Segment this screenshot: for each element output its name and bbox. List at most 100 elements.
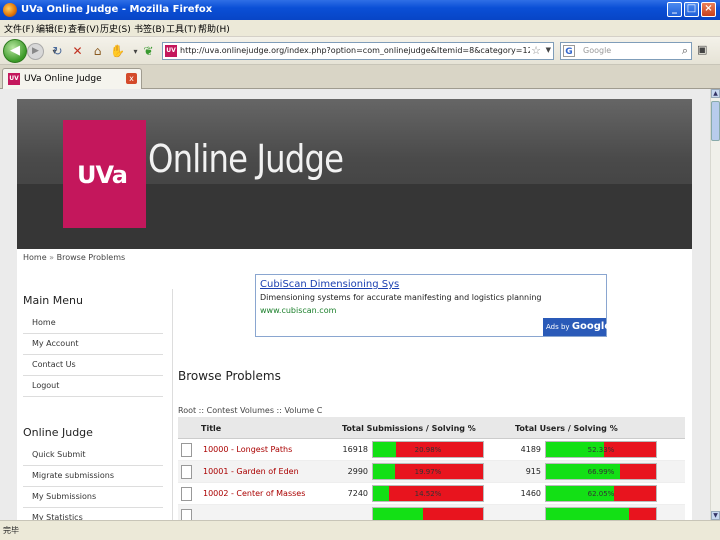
- users-solving-bar: [545, 507, 657, 520]
- menu-help[interactable]: 帮助(H): [198, 22, 230, 35]
- online-judge-heading: Online Judge: [23, 426, 93, 439]
- sidebar-item-my-account[interactable]: My Account: [23, 334, 163, 355]
- back-button[interactable]: ◀: [3, 39, 27, 63]
- problem-doc-icon[interactable]: [181, 487, 192, 501]
- sidebar-divider: [172, 289, 173, 520]
- menu-file[interactable]: 文件(F): [4, 22, 34, 35]
- uva-logo[interactable]: UVa: [63, 120, 146, 228]
- window-titlebar: UVa Online Judge - Mozilla Firefox _ □ ×: [0, 0, 720, 20]
- breadcrumb-home[interactable]: Home: [23, 253, 47, 262]
- sidebar-item-migrate-submissions[interactable]: Migrate submissions: [23, 466, 163, 487]
- vertical-scrollbar[interactable]: ▲ ▼: [710, 89, 720, 520]
- reload-icon[interactable]: ↻: [50, 44, 65, 59]
- submissions-solving-pct: 20.98%: [414, 446, 442, 454]
- url-dropdown-icon[interactable]: ▼: [546, 46, 551, 54]
- ad-badge-brand: Google: [571, 321, 612, 332]
- url-bar[interactable]: UV http://uva.onlinejudge.org/index.php?…: [162, 42, 554, 60]
- header-users[interactable]: Total Users / Solving %: [515, 424, 618, 433]
- problem-name[interactable]: 10002 - Center of Masses: [203, 489, 305, 498]
- table-header: Title Total Submissions / Solving % Tota…: [178, 417, 685, 439]
- stop-icon[interactable]: ✕: [70, 44, 85, 59]
- ads-by-google-badge[interactable]: Ads by Google: [543, 318, 611, 336]
- users-solving-fill: [546, 508, 629, 520]
- ad-url[interactable]: www.cubiscan.com: [260, 306, 336, 315]
- scroll-down-icon[interactable]: ▼: [711, 511, 720, 520]
- menu-history[interactable]: 历史(S): [100, 22, 131, 35]
- url-text[interactable]: http://uva.onlinejudge.org/index.php?opt…: [180, 46, 530, 55]
- sidebar-item-my-statistics[interactable]: My Statistics: [23, 508, 163, 520]
- submissions-solving-bar: 19.97%: [372, 463, 484, 480]
- firefox-icon: [3, 3, 17, 17]
- sidebar-item-contact-us[interactable]: Contact Us: [23, 355, 163, 376]
- tab-bar: UV UVa Online Judge x: [0, 65, 720, 89]
- users-solving-pct: 62.05%: [587, 490, 615, 498]
- menu-view[interactable]: 查看(V): [68, 22, 99, 35]
- home-icon[interactable]: ⌂: [90, 44, 105, 59]
- users-count: 915: [525, 467, 541, 476]
- tab-close-icon[interactable]: x: [126, 73, 137, 84]
- volume-path[interactable]: Root :: Contest Volumes :: Volume C: [178, 406, 322, 415]
- header-title[interactable]: Title: [201, 424, 221, 433]
- submissions-solving-bar: 20.98%: [372, 441, 484, 458]
- addon-icon[interactable]: ✋: [110, 44, 125, 59]
- table-row: [178, 505, 685, 520]
- site-favicon: UV: [165, 45, 177, 57]
- table-body: 10000 - Longest Paths 16918 20.98% 4189 52.3…: [178, 439, 685, 520]
- close-button[interactable]: ×: [701, 2, 716, 17]
- problem-table: Title Total Submissions / Solving % Tota…: [178, 417, 685, 520]
- breadcrumb-separator: »: [49, 253, 55, 262]
- google-ad[interactable]: CubiScan Dimensioning Sys Dimensioning s…: [255, 274, 611, 337]
- sidebar-item-quick-submit[interactable]: Quick Submit: [23, 445, 163, 466]
- site-title: Online Judge: [148, 137, 344, 181]
- main-menu-heading: Main Menu: [23, 294, 83, 307]
- sidebar-item-home[interactable]: Home: [23, 313, 163, 334]
- minimize-button[interactable]: _: [667, 2, 682, 17]
- status-bar: 完毕: [0, 520, 720, 540]
- sidebar-item-my-submissions[interactable]: My Submissions: [23, 487, 163, 508]
- window-title: UVa Online Judge - Mozilla Firefox: [21, 4, 213, 15]
- status-text: 完毕: [3, 526, 19, 535]
- menu-bar: 文件(F) 编辑(E) 查看(V) 历史(S) 书签(B) 工具(T) 帮助(H…: [0, 20, 720, 37]
- submissions-solving-pct: 19.97%: [414, 468, 442, 476]
- forward-button[interactable]: ▶: [27, 43, 44, 60]
- problem-doc-icon[interactable]: [181, 465, 192, 479]
- tab-favicon: UV: [8, 73, 20, 85]
- tab-title: UVa Online Judge: [24, 74, 102, 84]
- submissions-count: 2990: [347, 467, 368, 476]
- site-banner: UVa Online Judge: [17, 99, 692, 249]
- breadcrumb: Home » Browse Problems: [23, 253, 125, 262]
- problem-name[interactable]: 10001 - Garden of Eden: [203, 467, 299, 476]
- search-placeholder: Google: [583, 46, 612, 55]
- menu-tools[interactable]: 工具(T): [166, 22, 197, 35]
- scroll-up-icon[interactable]: ▲: [711, 89, 720, 98]
- google-engine-icon[interactable]: G: [563, 45, 575, 57]
- menu-bookmarks[interactable]: 书签(B): [134, 22, 165, 35]
- page-content: UVa Online Judge Home » Browse Problems …: [17, 99, 692, 520]
- table-row: 10000 - Longest Paths 16918 20.98% 4189 52.3…: [178, 439, 685, 461]
- submissions-solving-fill: [373, 508, 423, 520]
- users-count: 1460: [520, 489, 541, 498]
- toolbar-extra-icon[interactable]: ▣: [697, 43, 715, 59]
- users-count: 4189: [520, 445, 541, 454]
- maximize-button[interactable]: □: [684, 2, 699, 17]
- submissions-count: 7240: [347, 489, 368, 498]
- sidebar-item-logout[interactable]: Logout: [23, 376, 163, 397]
- problem-doc-icon[interactable]: [181, 443, 192, 457]
- breadcrumb-current: Browse Problems: [56, 253, 126, 262]
- bookmark-star-icon[interactable]: ☆: [531, 44, 541, 57]
- search-icon[interactable]: ⌕: [682, 44, 688, 58]
- menu-edit[interactable]: 编辑(E): [36, 22, 67, 35]
- ad-badge-prefix: Ads by: [546, 323, 570, 331]
- scroll-thumb[interactable]: [711, 101, 720, 141]
- tab-uva[interactable]: UV UVa Online Judge x: [2, 68, 142, 89]
- ad-title[interactable]: CubiScan Dimensioning Sys: [260, 279, 399, 290]
- logo-text: UVa: [77, 161, 128, 189]
- leaf-icon[interactable]: ❦: [141, 44, 156, 59]
- problem-name[interactable]: 10000 - Longest Paths: [203, 445, 292, 454]
- users-solving-pct: 66.99%: [587, 468, 615, 476]
- submissions-solving-bar: 14.52%: [372, 485, 484, 502]
- search-box[interactable]: G Google ⌕: [560, 42, 692, 60]
- problem-doc-icon[interactable]: [181, 509, 192, 520]
- header-submissions[interactable]: Total Submissions / Solving %: [342, 424, 476, 433]
